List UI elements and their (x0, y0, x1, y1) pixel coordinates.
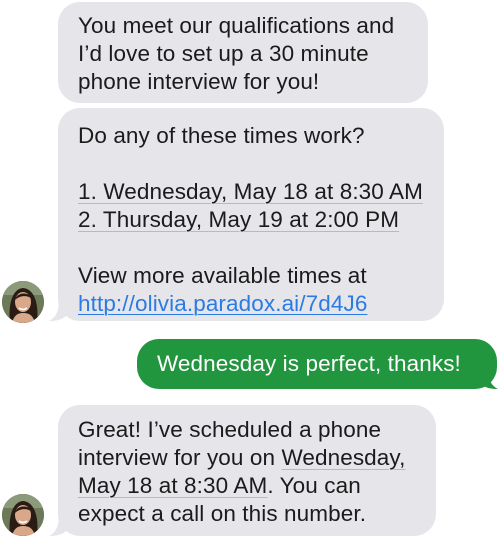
message-spacer (78, 150, 444, 178)
recruiter-avatar (2, 281, 44, 323)
incoming-message-bubble: Do any of these times work? 1. Wednesday… (58, 108, 444, 321)
message-text-line: May 18 at 8:30 AM. You can (78, 472, 436, 500)
message-text-line: View more available times at (78, 263, 367, 288)
message-spacer (78, 234, 444, 262)
time-option-2[interactable]: 2. Thursday, May 19 at 2:00 PM (78, 207, 399, 232)
message-text-line: Do any of these times work? (78, 123, 365, 148)
message-text-segment: . You can (267, 473, 361, 498)
incoming-message-bubble: You meet our qualifications and I’d love… (58, 2, 428, 103)
message-text-line: I’d love to set up a 30 minute (78, 41, 369, 66)
recruiter-avatar (2, 494, 44, 536)
message-text-line: Wednesday is perfect, thanks! (157, 351, 461, 376)
message-text-line: expect a call on this number. (78, 501, 367, 526)
outgoing-message-bubble: Wednesday is perfect, thanks! (137, 339, 497, 389)
message-text-segment: interview for you on (78, 445, 282, 470)
message-link-line: http://olivia.paradox.ai/7d4J6 (78, 290, 444, 318)
time-option-item[interactable]: 1. Wednesday, May 18 at 8:30 AM (78, 178, 444, 206)
time-option-item[interactable]: 2. Thursday, May 19 at 2:00 PM (78, 206, 444, 234)
bubble-tail-icon (480, 367, 498, 389)
bubble-tail-icon (49, 514, 67, 536)
avatar-photo-icon (2, 281, 44, 323)
avatar-photo-icon (2, 494, 44, 536)
message-text-line: Great! I’ve scheduled a phone (78, 417, 382, 442)
message-text-line: You meet our qualifications and (78, 13, 395, 38)
date-detector-day[interactable]: Wednesday, (281, 445, 405, 470)
message-text-line: phone interview for you! (78, 69, 320, 94)
incoming-message-bubble: Great! I’ve scheduled a phone interview … (58, 405, 436, 536)
message-text-line: interview for you on Wednesday, (78, 444, 436, 472)
time-option-1[interactable]: 1. Wednesday, May 18 at 8:30 AM (78, 179, 423, 204)
bubble-tail-icon (49, 299, 67, 321)
available-times-link[interactable]: http://olivia.paradox.ai/7d4J6 (78, 291, 367, 316)
date-detector-date[interactable]: May 18 at 8:30 AM (78, 473, 267, 498)
